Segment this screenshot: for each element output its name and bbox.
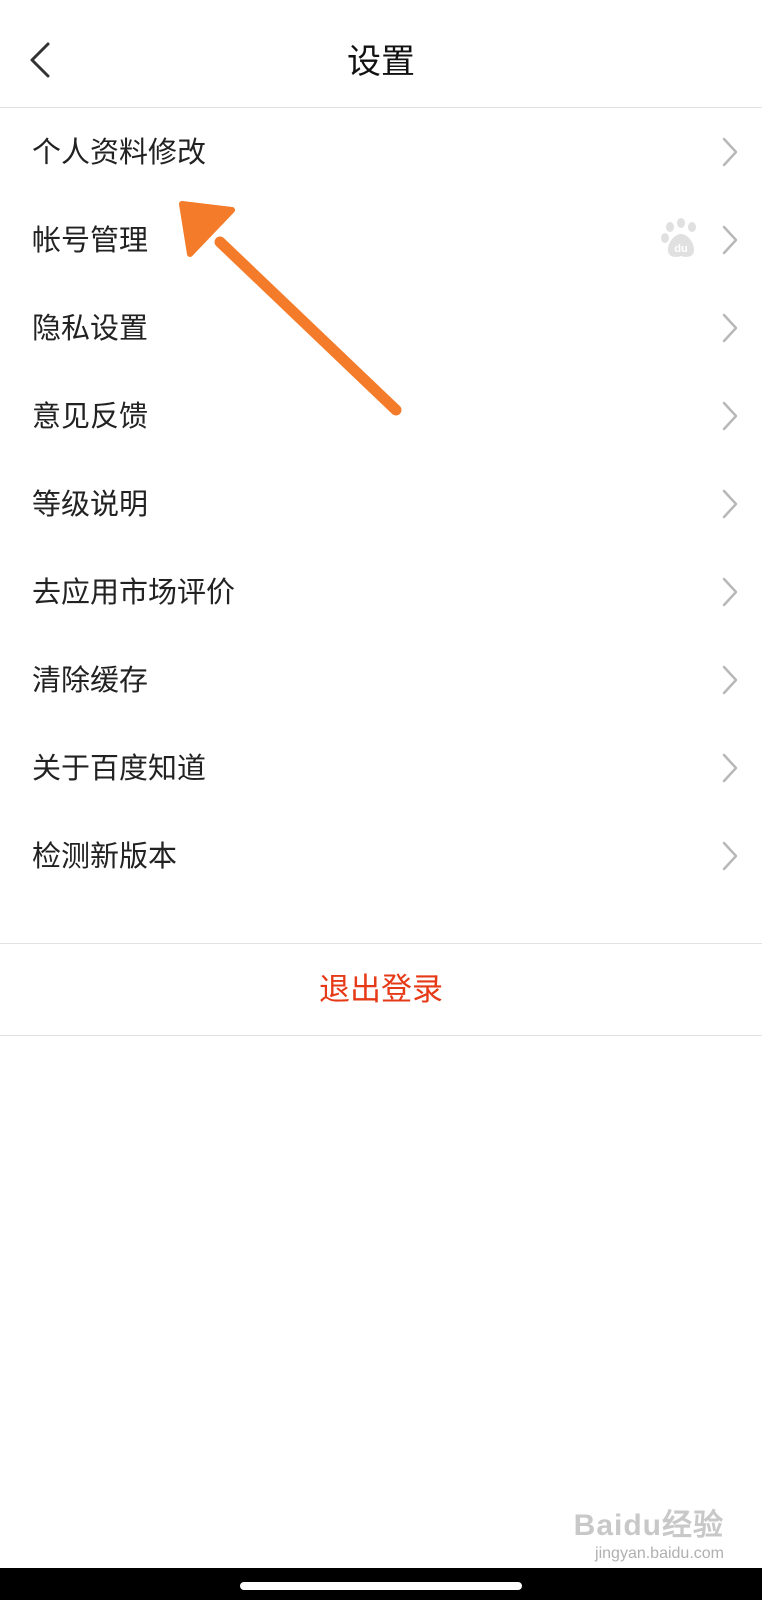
chevron-right-icon <box>722 753 738 783</box>
menu-item-feedback[interactable]: 意见反馈 <box>0 372 762 460</box>
menu-item-check-update[interactable]: 检测新版本 <box>0 812 762 900</box>
page-title: 设置 <box>347 42 415 82</box>
chevron-right-icon <box>722 313 738 343</box>
menu-item-about[interactable]: 关于百度知道 <box>0 724 762 812</box>
watermark-brand: Baidu经验 <box>573 1509 724 1542</box>
svg-text:du: du <box>674 243 687 255</box>
menu-item-label: 等级说明 <box>32 487 149 521</box>
menu-item-label: 检测新版本 <box>32 839 178 873</box>
chevron-right-icon <box>722 401 738 431</box>
menu-item-label: 个人资料修改 <box>32 135 207 169</box>
menu-item-clear-cache[interactable]: 清除缓存 <box>0 636 762 724</box>
menu-item-label: 意见反馈 <box>32 399 149 433</box>
home-indicator[interactable] <box>240 1582 522 1590</box>
menu-item-level-description[interactable]: 等级说明 <box>0 460 762 548</box>
chevron-right-icon <box>722 665 738 695</box>
menu-item-account-management[interactable]: 帐号管理 du <box>0 196 762 284</box>
chevron-right-icon <box>722 137 738 167</box>
chevron-right-icon <box>722 577 738 607</box>
menu-item-rate-in-app-store[interactable]: 去应用市场评价 <box>0 548 762 636</box>
watermark: Baidu经验 jingyan.baidu.com <box>574 1508 724 1564</box>
home-indicator-bar <box>0 1568 762 1600</box>
header-bar: 设置 <box>0 0 762 108</box>
menu-item-label: 关于百度知道 <box>32 751 207 785</box>
logout-button[interactable]: 退出登录 <box>0 944 762 1036</box>
menu-item-label: 清除缓存 <box>32 663 149 697</box>
chevron-right-icon <box>722 841 738 871</box>
menu-item-label: 隐私设置 <box>32 311 149 345</box>
settings-menu: 个人资料修改 帐号管理 du 隐私设置 意见反馈 等级说明 去应用市场评价 清除… <box>0 108 762 944</box>
chevron-right-icon <box>722 225 738 255</box>
logout-label: 退出登录 <box>319 972 443 1008</box>
menu-item-profile-edit[interactable]: 个人资料修改 <box>0 108 762 196</box>
menu-item-label: 帐号管理 <box>32 223 149 257</box>
menu-item-label: 去应用市场评价 <box>32 575 236 609</box>
baidu-paw-icon: du <box>661 218 696 257</box>
chevron-right-icon <box>722 489 738 519</box>
watermark-url: jingyan.baidu.com <box>595 1545 724 1562</box>
menu-item-privacy-settings[interactable]: 隐私设置 <box>0 284 762 372</box>
